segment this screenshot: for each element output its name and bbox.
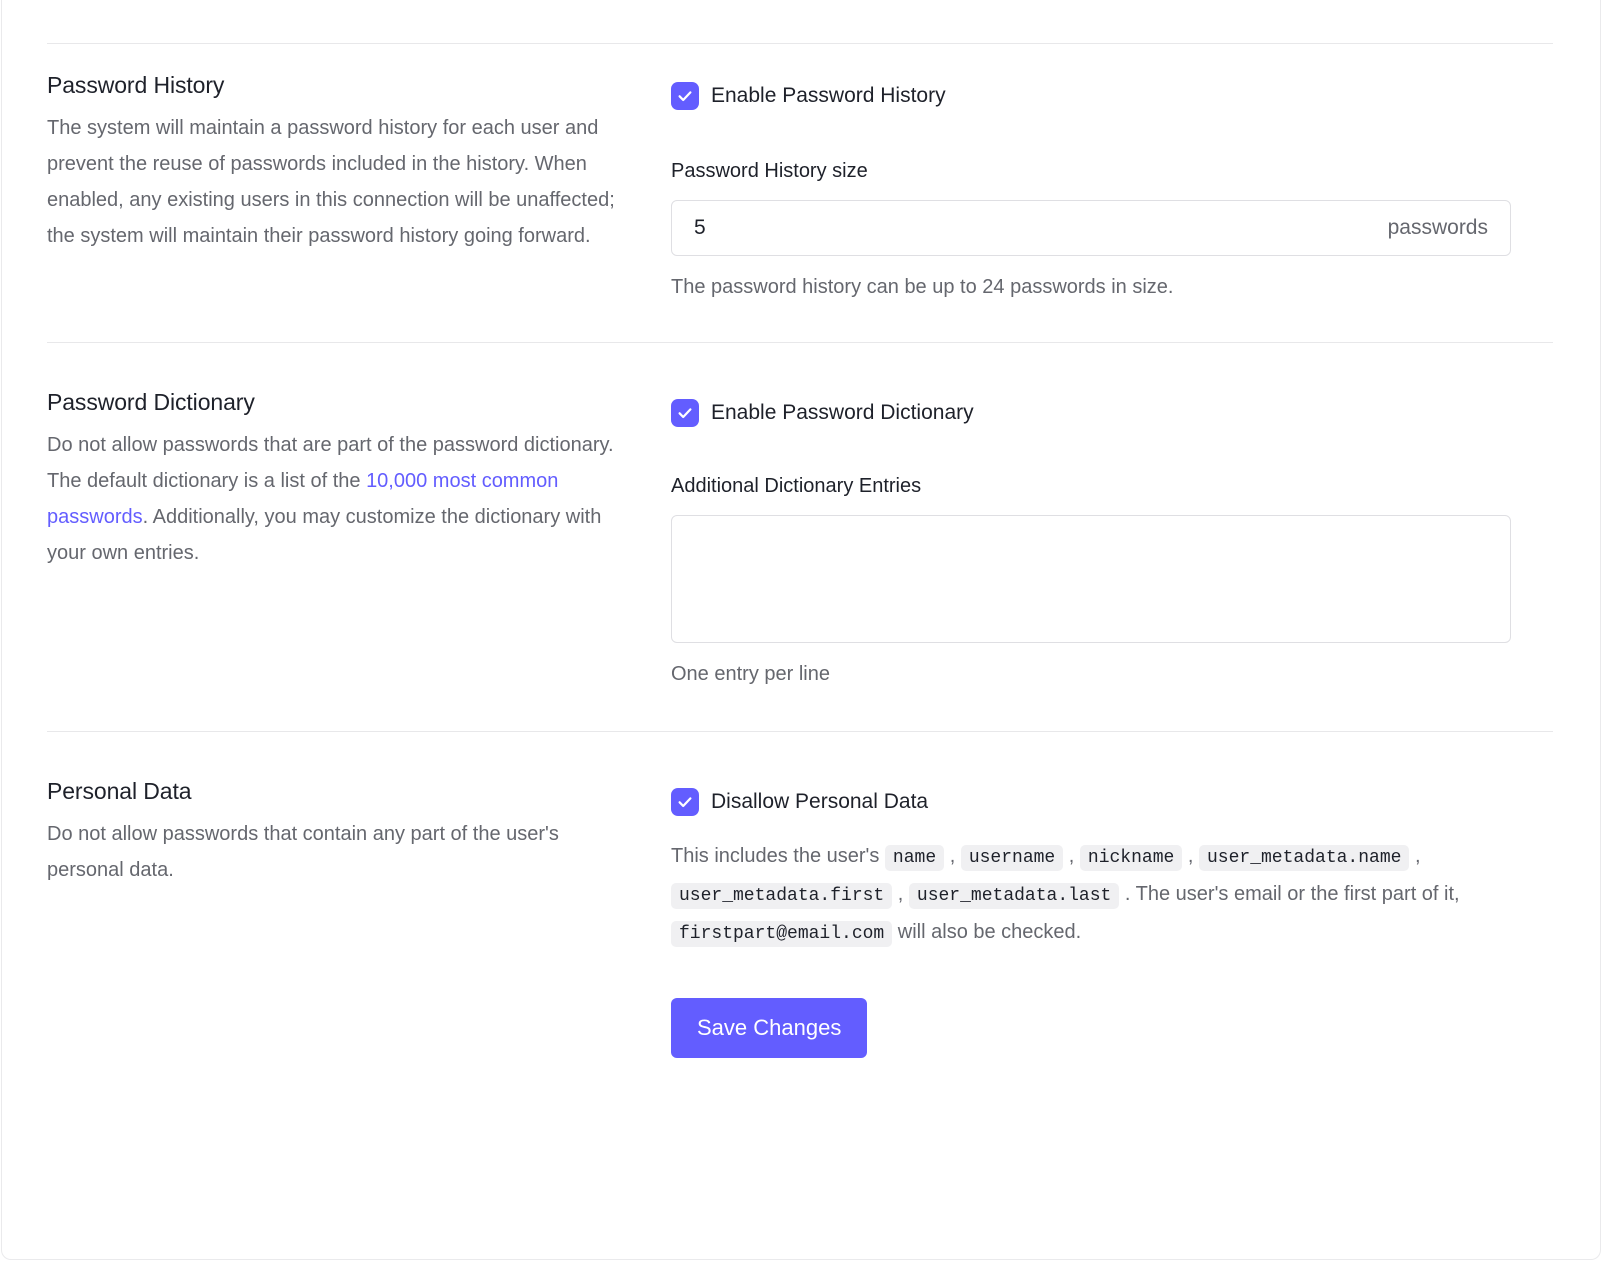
personal-data-chip-list-primary: name , username , nickname , user_metada… <box>884 845 1421 871</box>
enable-password-dictionary-label: Enable Password Dictionary <box>711 401 974 424</box>
enable-password-dictionary-checkbox[interactable] <box>671 399 699 427</box>
personal-data-chip-list-secondary: user_metadata.first , user_metadata.last <box>671 883 1125 909</box>
section-password-dictionary: Password Dictionary Do not allow passwor… <box>0 343 1600 731</box>
enable-password-history-checkbox[interactable] <box>671 82 699 110</box>
check-icon <box>678 408 692 419</box>
personal-data-chip: user_metadata.last <box>908 883 1120 909</box>
password-dictionary-title: Password Dictionary <box>47 389 255 415</box>
disallow-personal-data-label: Disallow Personal Data <box>711 790 929 813</box>
personal-data-chip: name <box>884 845 945 871</box>
password-policy-settings-page: Password History The system will maintai… <box>0 0 1602 1266</box>
password-history-size-label: Password History size <box>671 160 868 182</box>
password-history-size-input[interactable] <box>694 216 1388 240</box>
password-history-description: The system will maintain a password hist… <box>47 117 615 247</box>
personal-data-note-part3: will also be checked. <box>892 921 1082 943</box>
personal-data-chip: username <box>960 845 1064 871</box>
check-icon <box>678 797 692 808</box>
additional-dictionary-entries-field: Additional Dictionary Entries One entry … <box>671 473 1553 687</box>
personal-data-chip: nickname <box>1079 845 1183 871</box>
chip-separator: , <box>944 845 961 867</box>
personal-data-chip-email: firstpart@email.com <box>671 921 893 947</box>
additional-dictionary-entries-helper: One entry per line <box>671 663 830 685</box>
chip-separator: , <box>1063 845 1080 867</box>
additional-dictionary-entries-label: Additional Dictionary Entries <box>671 475 922 497</box>
disallow-personal-data-checkbox[interactable] <box>671 788 699 816</box>
password-dictionary-description: Do not allow passwords that are part of … <box>47 427 631 571</box>
password-history-size-suffix: passwords <box>1387 216 1488 239</box>
disallow-personal-data-row[interactable]: Disallow Personal Data <box>671 788 1553 816</box>
enable-password-history-label: Enable Password History <box>711 84 946 107</box>
section-password-history: Password History The system will maintai… <box>0 44 1600 342</box>
enable-password-dictionary-row[interactable]: Enable Password Dictionary <box>671 399 1553 427</box>
personal-data-note-part2: . The user's email or the first part of … <box>1124 883 1460 905</box>
chip-separator: , <box>892 883 909 905</box>
section-personal-data: Personal Data Do not allow passwords tha… <box>0 732 1600 1098</box>
personal-data-note: This includes the user's name , username… <box>671 838 1517 952</box>
chip-separator: , <box>1409 845 1421 867</box>
personal-data-description-column: Personal Data Do not allow passwords tha… <box>47 776 671 1058</box>
password-history-controls-column: Enable Password History Password History… <box>671 70 1553 300</box>
password-history-size-field: Password History size passwords The pass… <box>671 158 1553 300</box>
check-icon <box>678 91 692 102</box>
personal-data-title: Personal Data <box>47 778 192 804</box>
enable-password-history-row[interactable]: Enable Password History <box>671 82 1553 110</box>
password-history-description-column: Password History The system will maintai… <box>47 70 671 300</box>
personal-data-chip: user_metadata.name <box>1199 845 1410 871</box>
password-history-size-helper: The password history can be up to 24 pas… <box>671 276 1174 298</box>
personal-data-note-part1: This includes the user's <box>671 845 885 867</box>
password-dictionary-description-column: Password Dictionary Do not allow passwor… <box>47 387 671 687</box>
save-changes-button[interactable]: Save Changes <box>671 998 868 1058</box>
password-history-size-input-wrapper[interactable]: passwords <box>671 200 1511 256</box>
chip-separator: , <box>1182 845 1199 867</box>
settings-content: Password History The system will maintai… <box>0 40 1600 1098</box>
personal-data-controls-column: Disallow Personal Data This includes the… <box>671 776 1553 1058</box>
password-dictionary-controls-column: Enable Password Dictionary Additional Di… <box>671 387 1553 687</box>
personal-data-description: Do not allow passwords that contain any … <box>47 823 559 881</box>
additional-dictionary-entries-textarea[interactable] <box>671 515 1511 643</box>
password-history-title: Password History <box>47 72 225 98</box>
personal-data-chip: user_metadata.first <box>671 883 893 909</box>
